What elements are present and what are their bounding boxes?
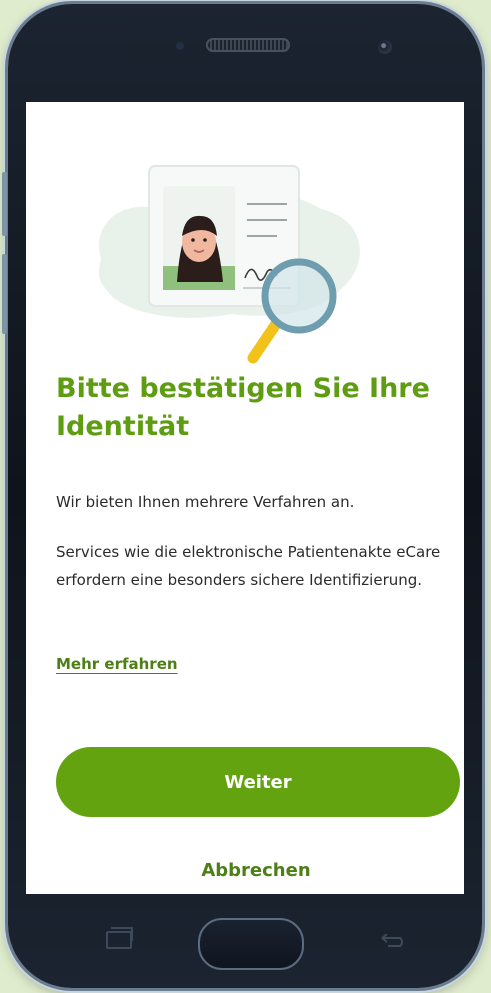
id-card-with-magnifier-illustration <box>98 165 360 364</box>
recent-apps-icon[interactable] <box>106 927 133 949</box>
proximity-sensor <box>176 42 184 50</box>
earpiece-speaker <box>206 38 290 52</box>
front-camera <box>378 40 392 54</box>
learn-more-link[interactable]: Mehr erfahren <box>56 655 178 673</box>
continue-button[interactable]: Weiter <box>56 747 460 817</box>
phone-frame: Bitte bestätigen Sie Ihre Identität Wir … <box>2 4 482 988</box>
home-button[interactable] <box>198 918 304 970</box>
volume-down-button <box>2 254 7 334</box>
back-icon[interactable] <box>378 934 408 948</box>
app-screen: Bitte bestätigen Sie Ihre Identität Wir … <box>26 102 464 894</box>
description-text: Services wie die elektronische Patienten… <box>56 543 441 589</box>
cancel-button[interactable]: Abbrechen <box>156 860 356 881</box>
page-title: Bitte bestätigen Sie Ihre Identität <box>56 373 430 442</box>
intro-text: Wir bieten Ihnen mehrere Verfahren an. <box>56 493 355 511</box>
volume-up-button <box>2 172 7 236</box>
